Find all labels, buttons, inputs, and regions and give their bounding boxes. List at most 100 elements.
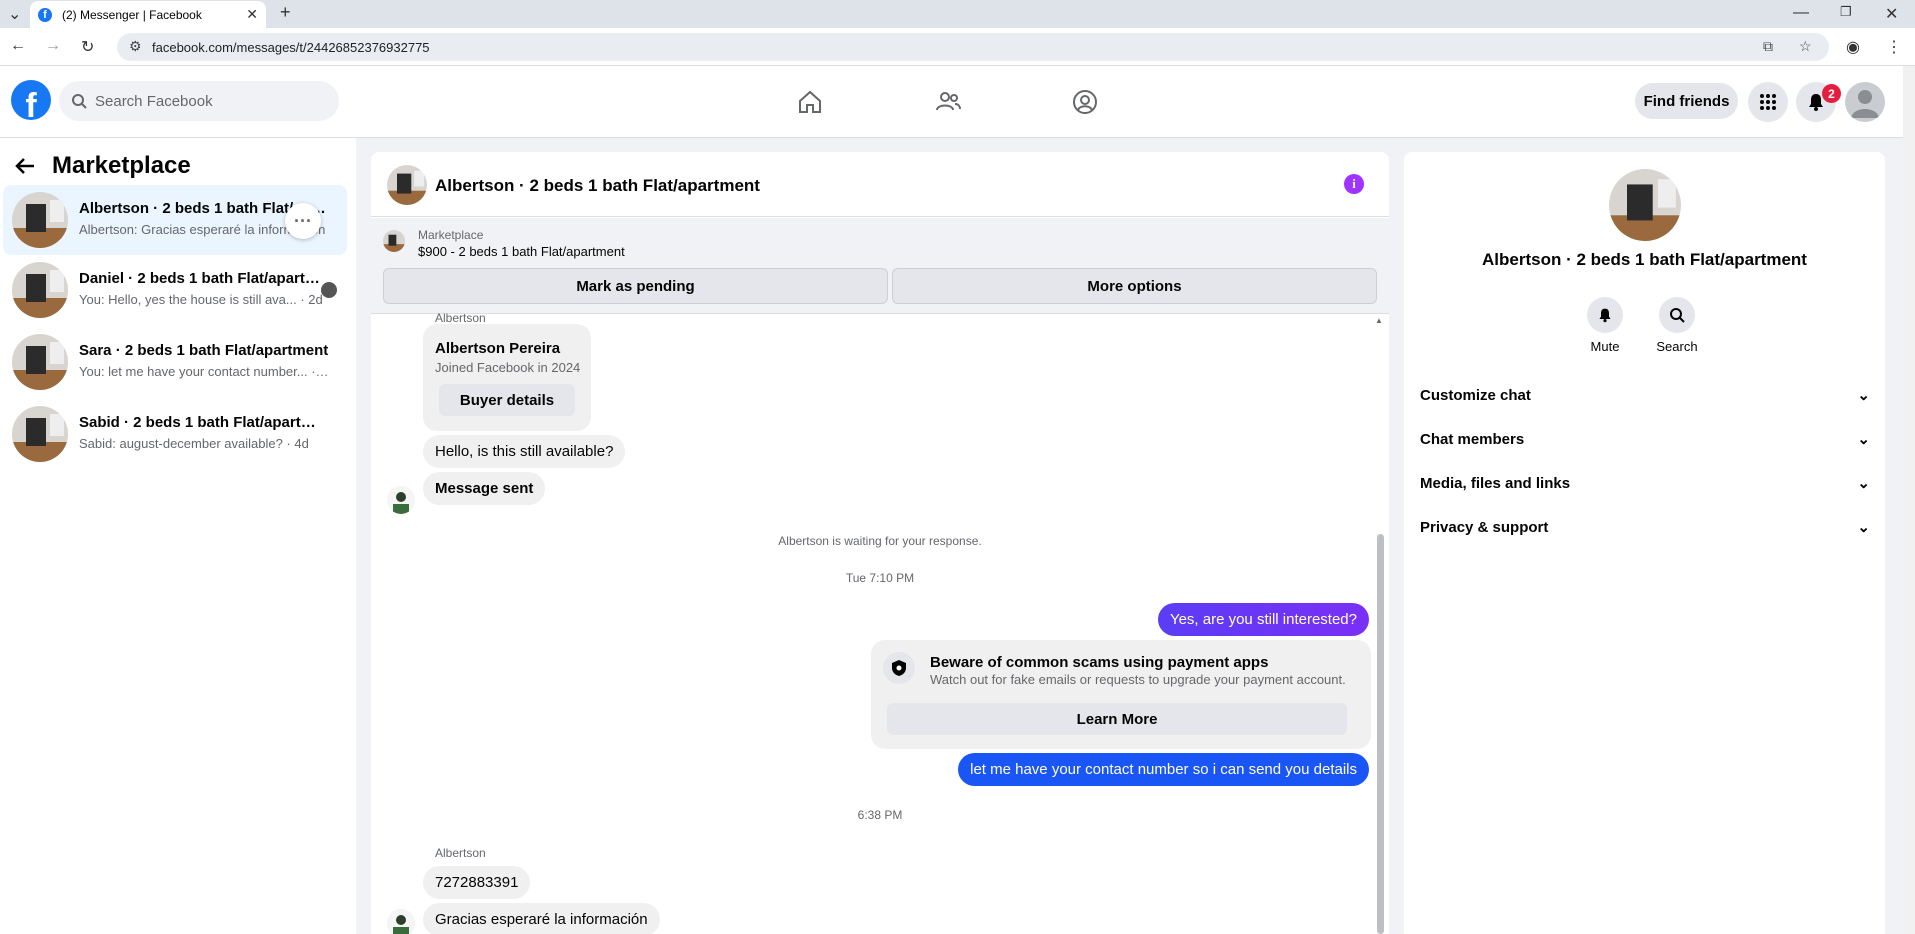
chevron-down-icon: ⌄ <box>1857 431 1870 448</box>
conversation-name: Sara · 2 beds 1 bath Flat/apartment <box>79 342 329 359</box>
scam-warning-title: Beware of common scams using payment app… <box>930 654 1269 671</box>
conversation-name: Sabid · 2 beds 1 bath Flat/apartment <box>79 414 329 431</box>
sender-avatar[interactable] <box>387 486 415 514</box>
facebook-favicon-icon: f <box>38 7 52 22</box>
timestamp: 6:38 PM <box>857 808 903 822</box>
tab-list-chevron-icon[interactable]: ⌄ <box>8 4 21 24</box>
install-app-icon[interactable]: ⧉ <box>1763 38 1773 55</box>
window-close-icon[interactable]: ✕ <box>1885 4 1898 24</box>
scam-warning-text: Watch out for fake emails or requests to… <box>930 672 1346 687</box>
chat-pane: Albertson · 2 beds 1 bath Flat/apartment… <box>371 152 1389 934</box>
back-icon[interactable]: ← <box>10 37 26 55</box>
chat-header: Albertson · 2 beds 1 bath Flat/apartment… <box>371 152 1389 217</box>
media-files-links-row[interactable]: Media, files and links ⌄ <box>1420 465 1870 501</box>
waiting-notice: Albertson is waiting for your response. <box>778 534 982 548</box>
sidebar-header: Marketplace <box>14 152 191 180</box>
bookmark-star-icon[interactable]: ☆ <box>1799 38 1812 55</box>
search-label: Search <box>1656 339 1698 354</box>
buyer-details-button[interactable]: Buyer details <box>439 384 575 416</box>
info-icon[interactable]: i <box>1344 174 1364 194</box>
section-label: Media, files and links <box>1420 474 1571 492</box>
buyer-name: Albertson Pereira <box>435 340 561 357</box>
search-input[interactable] <box>95 92 315 110</box>
facebook-header: f Find friends <box>0 66 1915 138</box>
message-bubble[interactable]: Hello, is this still available? <box>423 435 626 468</box>
chevron-down-icon: ⌄ <box>1857 387 1870 404</box>
browser-tab-bar: ⌄ f (2) Messenger | Facebook ✕ + — ❐ ✕ <box>0 0 1915 28</box>
section-label: Chat members <box>1420 430 1525 448</box>
privacy-support-row[interactable]: Privacy & support ⌄ <box>1420 509 1870 545</box>
conversation-name: Daniel · 2 beds 1 bath Flat/apartment <box>79 270 329 287</box>
message-bubble[interactable]: 7272883391 <box>423 866 531 899</box>
chat-scrollbar[interactable]: ▲ <box>1375 314 1385 934</box>
site-info-icon[interactable]: ⚙ <box>129 38 142 55</box>
search-box[interactable] <box>59 81 339 121</box>
find-friends-button[interactable]: Find friends <box>1635 83 1738 119</box>
chevron-down-icon: ⌄ <box>1857 475 1870 492</box>
marketplace-label: Marketplace <box>418 228 484 242</box>
chevron-down-icon: ⌄ <box>1857 519 1870 536</box>
listing-thumbnail <box>12 406 68 462</box>
conversation-daniel[interactable]: Daniel · 2 beds 1 bath Flat/apartment Yo… <box>3 255 347 325</box>
conversation-albertson[interactable]: Albertson · 2 beds 1 bath Flat/apartment… <box>3 185 347 255</box>
message-bubble[interactable]: Message sent <box>423 472 546 505</box>
chrome-menu-icon[interactable]: ⋮ <box>1886 37 1902 57</box>
search-icon[interactable] <box>1659 297 1695 333</box>
minimize-icon[interactable]: — <box>1793 4 1809 22</box>
sender-label: Albertson <box>435 311 486 325</box>
facebook-logo-icon[interactable]: f <box>11 80 51 120</box>
browser-tab[interactable]: f (2) Messenger | Facebook ✕ <box>30 1 266 28</box>
search-action[interactable]: Search <box>1647 297 1707 354</box>
more-options-icon[interactable]: ··· <box>285 203 321 239</box>
scrollbar-thumb[interactable] <box>1377 534 1384 934</box>
listing-thumbnail <box>12 334 68 390</box>
conversation-sara[interactable]: Sara · 2 beds 1 bath Flat/apartment You:… <box>3 327 347 397</box>
section-label: Customize chat <box>1420 386 1531 404</box>
more-options-button[interactable]: More options <box>892 268 1377 304</box>
account-avatar[interactable] <box>1845 82 1885 122</box>
page-scrollbar[interactable] <box>1903 66 1915 934</box>
listing-photo <box>1609 169 1681 241</box>
url-text[interactable]: facebook.com/messages/t/2442685237693277… <box>152 40 430 55</box>
listing-thumbnail <box>12 262 68 318</box>
chat-title[interactable]: Albertson · 2 beds 1 bath Flat/apartment <box>435 176 760 196</box>
profile-icon[interactable]: ◉ <box>1846 37 1860 57</box>
shield-icon <box>883 652 915 684</box>
restore-icon[interactable]: ❐ <box>1840 4 1852 20</box>
marketplace-sidebar: Marketplace Albertson · 2 beds 1 bath Fl… <box>0 138 356 934</box>
chat-thumbnail[interactable] <box>387 165 427 205</box>
mark-as-pending-button[interactable]: Mark as pending <box>383 268 888 304</box>
back-arrow-icon[interactable] <box>14 155 36 177</box>
listing-thumbnail <box>383 230 405 252</box>
customize-chat-row[interactable]: Customize chat ⌄ <box>1420 377 1870 413</box>
home-icon[interactable] <box>796 88 824 116</box>
omnibox[interactable]: ⚙ facebook.com/messages/t/24426852376932… <box>117 33 1829 61</box>
close-tab-icon[interactable]: ✕ <box>246 6 258 23</box>
address-bar-row: ← → ↻ ⚙ facebook.com/messages/t/24426852… <box>0 28 1915 66</box>
buyer-joined: Joined Facebook in 2024 <box>435 360 581 375</box>
search-icon <box>72 94 87 109</box>
groups-icon[interactable] <box>1071 88 1099 116</box>
conversation-preview: You: Hello, yes the house is still ava..… <box>79 292 323 307</box>
conversation-info-pane: Albertson · 2 beds 1 bath Flat/apartment… <box>1404 152 1885 934</box>
forward-icon[interactable]: → <box>45 37 61 55</box>
learn-more-button[interactable]: Learn More <box>887 703 1347 735</box>
friends-icon[interactable] <box>934 88 962 116</box>
mute-label: Mute <box>1590 339 1620 354</box>
message-bubble[interactable]: Gracias esperaré la información <box>423 903 660 934</box>
menu-button[interactable] <box>1748 82 1788 122</box>
bell-icon[interactable] <box>1587 297 1623 333</box>
outgoing-message-bubble[interactable]: let me have your contact number so i can… <box>958 753 1369 786</box>
buyer-profile-card: Albertson Pereira Joined Facebook in 202… <box>423 324 591 431</box>
mute-action[interactable]: Mute <box>1575 297 1635 354</box>
outgoing-message-bubble[interactable]: Yes, are you still interested? <box>1157 603 1369 636</box>
marketplace-banner: Marketplace $900 - 2 beds 1 bath Flat/ap… <box>371 218 1389 314</box>
section-label: Privacy & support <box>1420 518 1549 536</box>
scroll-up-arrow-icon[interactable]: ▲ <box>1375 316 1383 325</box>
conversation-sabid[interactable]: Sabid · 2 beds 1 bath Flat/apartment Sab… <box>3 399 347 469</box>
listing-title[interactable]: $900 - 2 beds 1 bath Flat/apartment <box>418 244 625 259</box>
reload-icon[interactable]: ↻ <box>81 37 94 57</box>
sender-avatar[interactable] <box>387 909 415 934</box>
chat-members-row[interactable]: Chat members ⌄ <box>1420 421 1870 457</box>
new-tab-icon[interactable]: + <box>280 2 291 23</box>
